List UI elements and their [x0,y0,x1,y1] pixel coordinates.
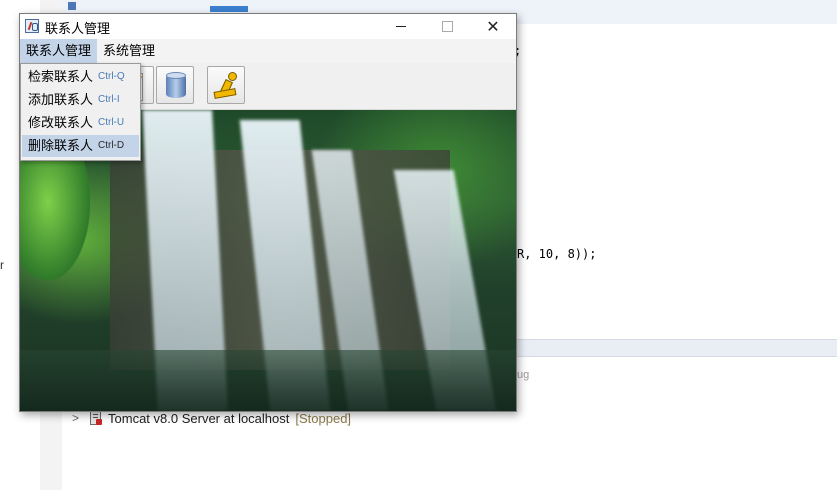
aim-body-shape [218,80,234,96]
pool-shadow [20,350,516,411]
menu-contact-management[interactable]: 联系人管理 [20,39,98,63]
minimize-icon [396,26,406,27]
server-icon [89,411,103,425]
maximize-button[interactable] [424,14,470,39]
chevron-right-icon[interactable]: > [72,411,79,425]
contact-menu-dropdown: 检索联系人 Ctrl-Q 添加联系人 Ctrl-I 修改联系人 Ctrl-U 删… [20,63,141,161]
menu-item-label: 删除联系人 [28,138,94,153]
close-icon: ✕ [486,16,500,36]
menu-item-shortcut: Ctrl-Q [98,71,125,82]
window-title: 联系人管理 [45,21,111,36]
active-tab-indicator [210,6,248,12]
menu-item-edit-contact[interactable]: 修改联系人 Ctrl-U [22,112,139,134]
minimize-button[interactable] [378,14,424,39]
menu-item-delete-contact[interactable]: 删除联系人 Ctrl-D [22,135,139,157]
menu-item-shortcut: Ctrl-U [98,117,125,128]
menu-item-search-contact[interactable]: 检索联系人 Ctrl-Q [22,66,139,88]
server-name: Tomcat v8.0 Server at localhost [108,410,290,426]
menu-item-label: 添加联系人 [28,92,94,107]
contact-manager-window: 联系人管理 ✕ 联系人管理 系统管理 检索联系人 Ctrl-Q 添加联系人 Ct… [19,13,517,412]
menu-item-label: 检索联系人 [28,69,94,84]
menu-bar: 联系人管理 系统管理 [20,39,516,63]
foliage [20,150,90,280]
server-status: [Stopped] [295,410,352,426]
edge-text: r [0,258,4,272]
database-icon [166,72,186,98]
menu-system-management[interactable]: 系统管理 [97,39,161,63]
menu-item-shortcut: Ctrl-D [98,140,125,151]
close-button[interactable]: ✕ [470,14,516,39]
menu-item-add-contact[interactable]: 添加联系人 Ctrl-I [22,89,139,111]
menu-item-shortcut: Ctrl-I [98,94,120,105]
menu-item-label: 修改联系人 [28,115,94,130]
title-bar[interactable]: 联系人管理 ✕ [20,14,516,39]
java-app-icon [25,19,39,33]
code-line: R, 10, 8)); [517,247,597,261]
database-button[interactable] [156,66,194,104]
faded-text: ug [517,369,530,381]
editor-marker-icon [68,2,76,10]
aim-button[interactable] [207,66,245,104]
maximize-icon [441,21,453,32]
